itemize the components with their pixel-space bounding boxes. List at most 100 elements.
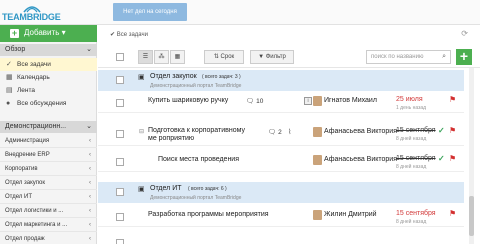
- breadcrumb-label: Все задачи: [116, 32, 148, 38]
- task-row[interactable]: ⊟ Подготовка к корпоративному ме роприят…: [98, 124, 464, 146]
- plus-icon: +: [10, 28, 19, 38]
- add-button[interactable]: + Добавить ▾: [0, 25, 97, 42]
- done-check-icon: ✓: [438, 126, 445, 135]
- filter-button[interactable]: ▼ Фильтр: [250, 50, 294, 64]
- sidebar-dept-item[interactable]: Внедрение ERP ‹: [0, 149, 97, 162]
- task-title[interactable]: Разработка программы мероприятия: [148, 211, 269, 218]
- task-row[interactable]: Купить шариковую ручку 🗨 10 i Игнатов Ми…: [98, 93, 464, 113]
- group-name: Отдел ИТ: [150, 185, 182, 192]
- main-panel: ✔ Все задачи ⟳ ☰ ⁂ ▦ ⇅ Срок ▼ Фильтр пои…: [98, 25, 480, 244]
- filter-icon: ▼: [258, 54, 266, 60]
- flag-icon[interactable]: ⚑: [449, 95, 456, 104]
- add-button-label: Добавить ▾: [24, 28, 66, 37]
- dept-label: Внедрение ERP: [5, 152, 50, 158]
- comments-count: 🗨 2: [268, 128, 282, 136]
- avatar: [313, 127, 322, 137]
- assignee-name[interactable]: Игнатов Михаил: [324, 97, 377, 104]
- search-icon[interactable]: ⌕: [442, 51, 446, 63]
- sidebar-dept-item[interactable]: Отдел маркетинга и ... ‹: [0, 219, 97, 232]
- check-icon: ✔: [110, 32, 117, 38]
- scrollbar-thumb[interactable]: [469, 196, 474, 236]
- comments-value: 10: [256, 98, 264, 105]
- add-task-button[interactable]: +: [456, 49, 472, 65]
- flag-icon[interactable]: ⚑: [449, 154, 456, 163]
- portal-header[interactable]: Демонстрационн... ⌄: [0, 121, 97, 133]
- flag-icon[interactable]: ⚑: [449, 126, 456, 135]
- select-all-checkbox[interactable]: [116, 53, 124, 61]
- sidebar-dept-item[interactable]: Администрация ‹: [0, 135, 97, 148]
- sidebar-item-all-tasks[interactable]: ✓ Все задачи: [0, 58, 97, 71]
- chevron-left-icon: ‹: [89, 152, 91, 158]
- portal-title: Демонстрационн...: [5, 123, 67, 130]
- breadcrumb: ✔ Все задачи: [110, 31, 148, 38]
- avatar: [313, 155, 322, 165]
- flag-icon[interactable]: ⚑: [449, 209, 456, 218]
- no-tasks-today-button[interactable]: Нет дел на сегодня: [113, 3, 187, 21]
- group-row[interactable]: ▣ Отдел закупок ( всего задач: 3 ) Демон…: [98, 70, 464, 91]
- sidebar-item-discussions[interactable]: ● Все обсуждения: [0, 97, 97, 110]
- calendar-icon: ▦: [6, 74, 13, 81]
- sidebar-item-calendar[interactable]: ▦ Календарь: [0, 71, 97, 84]
- assignee-name[interactable]: Афанасьева Виктория: [324, 128, 397, 135]
- comments-count: 🗨 10: [246, 97, 263, 105]
- board-view-button[interactable]: ▦: [170, 50, 185, 64]
- chat-icon: ●: [6, 100, 11, 107]
- refresh-icon[interactable]: ⟳: [461, 29, 468, 38]
- task-title[interactable]: Подготовка к корпоративному ме роприятию: [148, 127, 248, 143]
- sidebar-item-feed[interactable]: ▤ Лента: [0, 84, 97, 97]
- sidebar-dept-item[interactable]: Отдел продаж ‹: [0, 233, 97, 244]
- chevron-left-icon: ‹: [89, 222, 91, 228]
- task-checkbox[interactable]: [116, 99, 124, 107]
- task-checkbox[interactable]: [116, 213, 124, 221]
- dept-label: Администрация: [5, 138, 50, 144]
- chevron-down-icon: ⌄: [86, 123, 92, 130]
- sidebar-dept-item[interactable]: Отдел логистики и ... ‹: [0, 205, 97, 218]
- task-title[interactable]: Поиск места проведения: [158, 156, 239, 163]
- chevron-left-icon: ‹: [89, 236, 91, 242]
- chevron-left-icon: ‹: [89, 208, 91, 214]
- task-row[interactable]: [98, 233, 464, 244]
- task-title[interactable]: Купить шариковую ручку: [148, 97, 228, 104]
- due-date: 15 сентября: [396, 155, 436, 162]
- assignee-name[interactable]: Афанасьева Виктория: [324, 156, 397, 163]
- group-checkbox[interactable]: [116, 76, 124, 84]
- dept-label: Отдел закупок: [5, 180, 46, 186]
- collapse-icon[interactable]: ⊟: [139, 128, 144, 135]
- task-checkbox[interactable]: [116, 130, 124, 138]
- list-view-button[interactable]: ☰: [138, 50, 153, 64]
- comments-value: 2: [278, 129, 282, 136]
- vertical-scrollbar[interactable]: [469, 68, 474, 244]
- logo-text: TEAMBRIDGE: [2, 12, 61, 22]
- sidebar-dept-item[interactable]: Отдел закупок ‹: [0, 177, 97, 190]
- due-ago: 8 дней назад: [396, 219, 427, 225]
- due-ago: 1 день назад: [396, 105, 427, 111]
- due-date: 15 сентября: [396, 210, 436, 217]
- user-badge-icon: i: [304, 97, 312, 105]
- sort-deadline-button[interactable]: ⇅ Срок: [204, 50, 244, 64]
- avatar: [313, 96, 322, 106]
- dept-label: Отдел продаж: [5, 236, 45, 242]
- sidebar: + Добавить ▾ Обзор ⌄ ✓ Все задачи ▦ Кале…: [0, 25, 97, 244]
- task-checkbox[interactable]: [116, 239, 124, 244]
- sidebar-item-label: Все задачи: [17, 61, 51, 68]
- tree-view-button[interactable]: ⁂: [154, 50, 169, 64]
- dept-label: Отдел ИТ: [5, 194, 32, 200]
- group-count: ( всего задач: 3 ): [202, 74, 241, 80]
- task-row[interactable]: Разработка программы мероприятия Жилин Д…: [98, 207, 464, 227]
- group-row[interactable]: ▣ Отдел ИТ ( всего задач: 6 ) Демонстрац…: [98, 182, 464, 203]
- due-date: 25 июля: [396, 96, 423, 103]
- teambridge-logo[interactable]: TEAMBRIDGE: [2, 2, 62, 23]
- filter-label: Фильтр: [265, 54, 286, 60]
- sidebar-dept-item[interactable]: Корпоратив ‹: [0, 163, 97, 176]
- sidebar-dept-item[interactable]: Отдел ИТ ‹: [0, 191, 97, 204]
- group-checkbox[interactable]: [116, 188, 124, 196]
- dept-label: Отдел логистики и ...: [5, 208, 64, 214]
- group-name: Отдел закупок: [150, 73, 197, 80]
- assignee-name[interactable]: Жилин Дмитрий: [324, 211, 377, 218]
- overview-header[interactable]: Обзор ⌄: [0, 44, 97, 56]
- task-row[interactable]: Поиск места проведения Афанасьева Виктор…: [98, 152, 464, 172]
- search-input[interactable]: поиск по названию ⌕: [366, 50, 451, 64]
- chevron-left-icon: ‹: [89, 166, 91, 172]
- deadline-label: Срок: [220, 54, 235, 60]
- task-checkbox[interactable]: [116, 158, 124, 166]
